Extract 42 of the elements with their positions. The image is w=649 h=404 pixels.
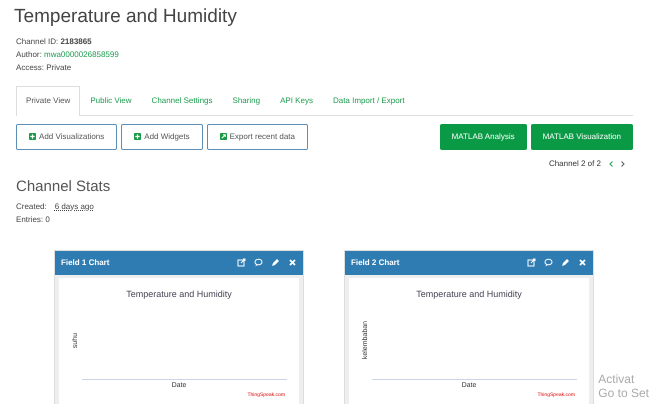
page-title: Temperature and Humidity xyxy=(14,6,238,29)
created-date: 6 days ago xyxy=(54,200,94,213)
section-heading: Channel Stats xyxy=(16,178,112,196)
tab[interactable]: Data Import / Export xyxy=(322,86,415,115)
previous-icon[interactable] xyxy=(609,160,613,167)
plus-icon xyxy=(134,133,142,140)
tab[interactable]: Sharing xyxy=(222,86,270,115)
tab[interactable]: Channel Settings xyxy=(142,86,222,115)
window-icon[interactable] xyxy=(237,258,246,268)
comment-icon[interactable] xyxy=(254,258,263,268)
matlab-button[interactable]: MATLAB Analysis xyxy=(440,124,527,150)
matlab-button[interactable]: MATLAB Visualization xyxy=(530,124,633,150)
author-link[interactable]: mwa0000026858599 xyxy=(44,50,119,59)
info-label: Author: xyxy=(16,50,42,59)
close-icon[interactable] xyxy=(578,258,587,268)
export-button[interactable]: Export recent data xyxy=(206,124,308,150)
comment-icon[interactable] xyxy=(544,258,553,268)
tab[interactable]: Public View xyxy=(80,86,142,115)
notice-line: Go to Set xyxy=(598,386,649,400)
plus-icon xyxy=(29,133,36,140)
chart-title: Temperature and Humidity xyxy=(126,288,232,301)
info-label: Access: xyxy=(16,62,44,72)
entries-count: Entries: 0 xyxy=(16,214,51,226)
notice-line: Activat xyxy=(598,372,636,386)
add-button[interactable]: Add Widgets xyxy=(121,124,203,150)
close-icon[interactable] xyxy=(288,258,297,268)
channel-id: 2183865 xyxy=(60,36,92,46)
stat-label: Created: xyxy=(16,200,47,213)
tab[interactable]: Private View xyxy=(16,86,80,116)
next-icon[interactable] xyxy=(621,160,625,167)
info-value: Private xyxy=(46,62,72,72)
pencil-icon[interactable] xyxy=(271,258,280,268)
export-icon xyxy=(220,133,227,140)
info-label: Channel ID: xyxy=(16,36,58,46)
pencil-icon[interactable] xyxy=(561,258,570,268)
channel-counter: Channel 2 of 2 xyxy=(548,158,601,170)
window-icon[interactable] xyxy=(527,258,536,268)
tab[interactable]: API Keys xyxy=(270,86,323,115)
panel-title: Field 1 Chart xyxy=(61,256,110,269)
add-button[interactable]: Add Visualizations xyxy=(16,124,118,150)
panel-title: Field 2 Chart xyxy=(351,256,400,269)
chart-title: Temperature and Humidity xyxy=(416,288,522,301)
